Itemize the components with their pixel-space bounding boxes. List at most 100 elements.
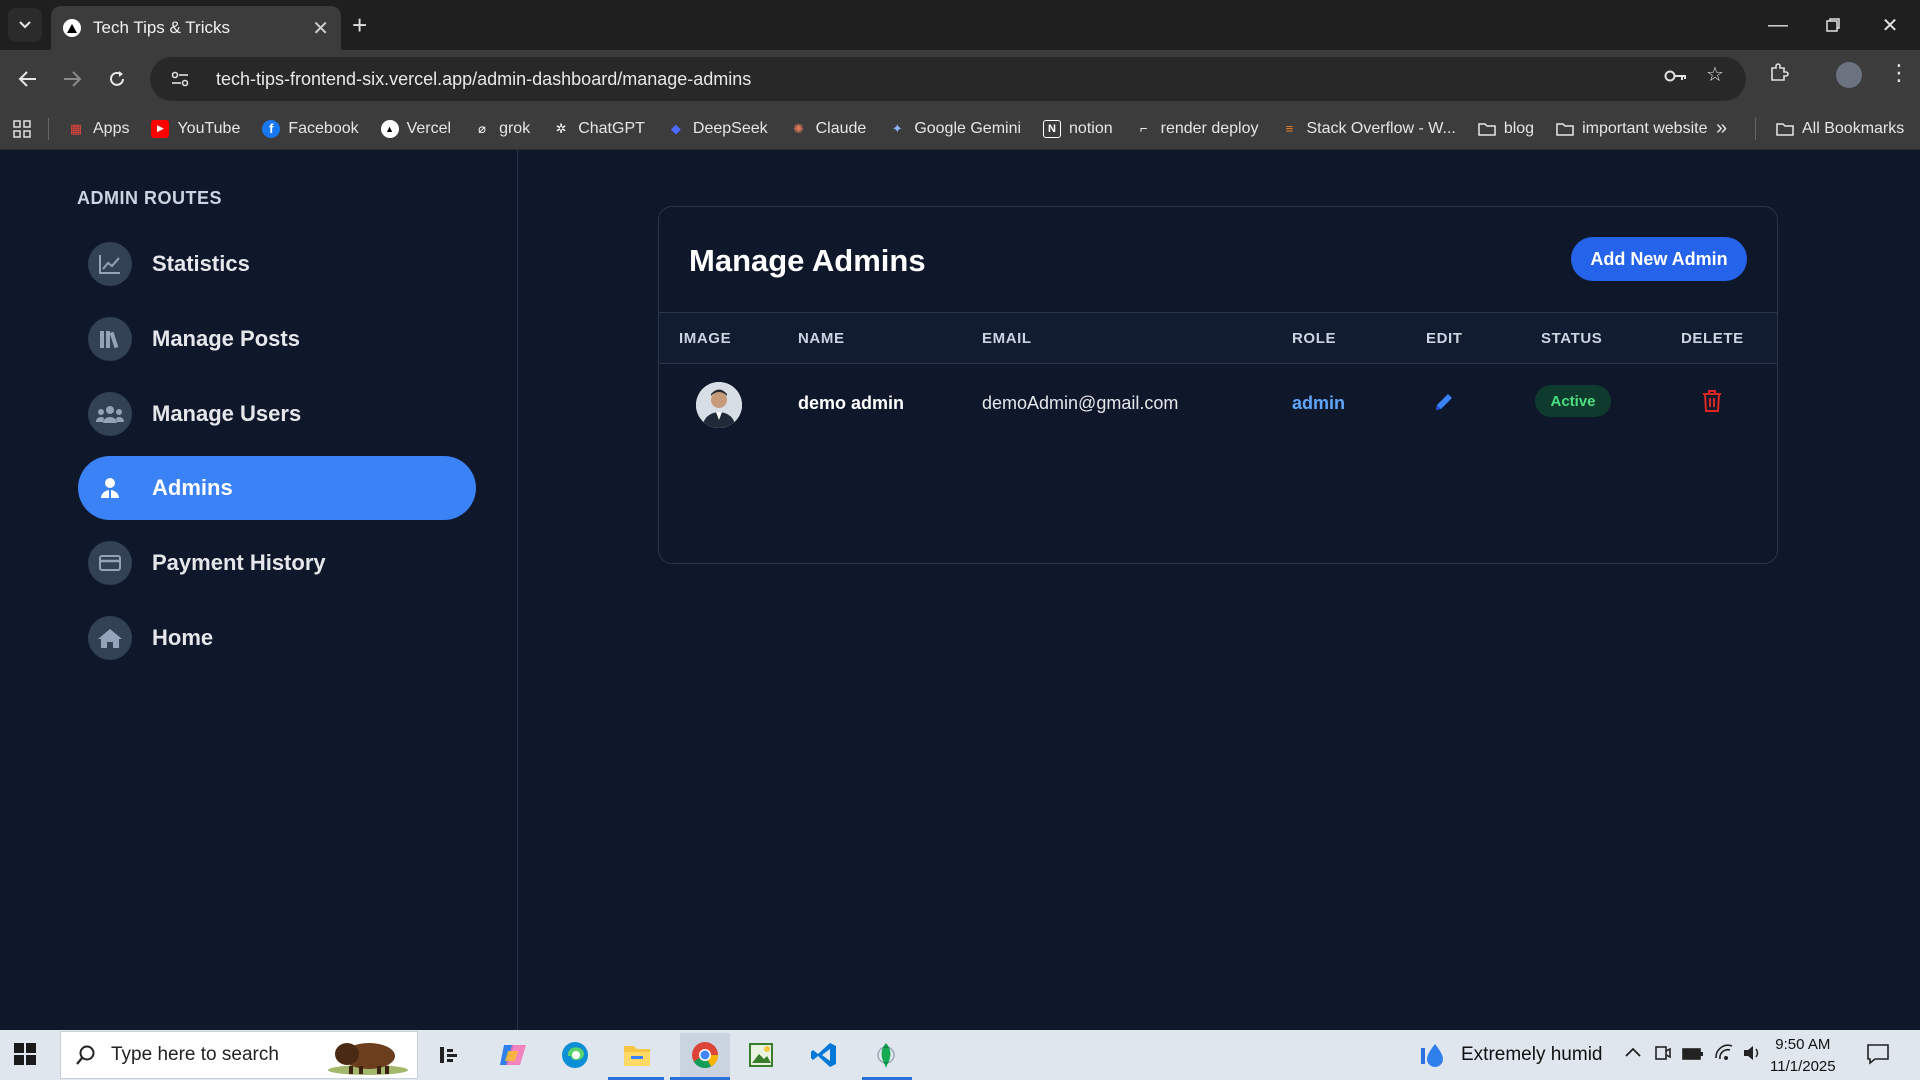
close-tab-icon[interactable]: ✕ [312, 16, 329, 41]
show-hidden-icons-chevron-icon[interactable] [1624, 1042, 1642, 1064]
browser-toolbar: tech-tips-frontend-six.vercel.app/admin-… [0, 50, 1920, 108]
bookmarks-bar: ▦ Apps ▶ YouTube f Facebook ▲ Vercel ⌀ grok ✲… [0, 108, 1920, 150]
admin-dashboard: ADMIN ROUTES Statistics Manage Posts Man… [0, 150, 1920, 1030]
bookmark-apps[interactable]: ▦ Apps [67, 119, 130, 138]
bookmark-label: important website [1582, 119, 1708, 137]
taskbar-search-input[interactable]: Type here to search [60, 1031, 418, 1079]
deepseek-icon: ◆ [670, 120, 681, 136]
extensions-icon[interactable] [1769, 62, 1789, 88]
notifications-icon[interactable] [1866, 1043, 1890, 1071]
bookmarks-separator [1755, 118, 1756, 140]
copilot-icon[interactable] [493, 1038, 533, 1072]
claude-icon: ✺ [793, 120, 805, 136]
bison-highlight-icon [325, 1036, 411, 1080]
profile-avatar[interactable] [1836, 62, 1862, 88]
bookmark-notion[interactable]: Nnotion [1043, 119, 1113, 138]
browser-tab-bar: Tech Tips & Tricks ✕ + — ✕ [0, 0, 1920, 50]
arrow-right-icon [64, 71, 82, 87]
image-editor-icon[interactable] [741, 1038, 781, 1072]
bookmark-vercel[interactable]: ▲ Vercel [380, 119, 451, 138]
close-window-button[interactable]: ✕ [1868, 8, 1912, 42]
active-tab[interactable]: Tech Tips & Tricks ✕ [51, 6, 341, 50]
books-icon [88, 317, 132, 361]
windows-taskbar: Type here to search Extremely humid 9:50… [0, 1030, 1920, 1080]
sidebar-item-payment-history[interactable]: Payment History [78, 531, 476, 595]
reload-button[interactable] [99, 61, 135, 97]
bookmark-label: DeepSeek [692, 119, 768, 137]
all-bookmarks-folder[interactable]: All Bookmarks [1776, 120, 1904, 138]
file-explorer-icon[interactable] [617, 1038, 657, 1072]
bookmark-label: Apps [93, 119, 130, 137]
restore-button[interactable] [1811, 8, 1855, 42]
stackoverflow-icon: ≡ [1285, 121, 1294, 136]
forward-button[interactable] [54, 61, 90, 97]
apps-launcher-icon[interactable] [12, 119, 32, 139]
delete-trash-icon[interactable] [1702, 389, 1722, 418]
more-bookmarks-icon[interactable]: » [1716, 117, 1727, 140]
bookmark-grok[interactable]: ⌀ grok [473, 120, 530, 138]
meet-now-icon[interactable] [1654, 1044, 1672, 1068]
restore-icon [1826, 18, 1840, 32]
edge-browser-icon[interactable] [555, 1038, 595, 1072]
tab-search-button[interactable] [8, 8, 42, 42]
task-view-icon[interactable] [430, 1038, 470, 1072]
windows-start-button[interactable] [14, 1043, 36, 1070]
column-header-delete: DELETE [1681, 330, 1744, 347]
folder-icon [1556, 120, 1574, 138]
battery-icon[interactable] [1682, 1045, 1704, 1067]
facebook-icon: f [262, 119, 281, 138]
folder-icon [1478, 120, 1496, 138]
password-key-icon[interactable] [1664, 66, 1688, 89]
add-new-admin-button[interactable]: Add New Admin [1571, 237, 1747, 281]
system-clock[interactable]: 9:50 AM 11/1/2025 [1770, 1034, 1836, 1078]
sidebar-item-home[interactable]: Home [78, 606, 476, 670]
new-tab-button[interactable]: + [352, 10, 367, 40]
sidebar-item-manage-users[interactable]: Manage Users [78, 382, 476, 446]
more-menu-icon[interactable]: ⋮ [1888, 60, 1910, 86]
mongodb-compass-icon[interactable] [866, 1038, 906, 1072]
wifi-icon[interactable] [1714, 1044, 1734, 1068]
sidebar-item-manage-posts[interactable]: Manage Posts [78, 307, 476, 371]
chrome-browser-icon[interactable] [680, 1033, 730, 1077]
table-row: demo admin demoAdmin@gmail.com admin Act… [659, 364, 1777, 444]
bookmark-label: ChatGPT [578, 119, 645, 137]
bookmark-gemini[interactable]: ✦ Google Gemini [888, 120, 1021, 138]
volume-icon[interactable] [1742, 1044, 1762, 1068]
sidebar-heading: ADMIN ROUTES [77, 188, 222, 208]
sidebar-item-label: Statistics [152, 251, 250, 276]
render-icon: ⌐ [1139, 121, 1148, 136]
sidebar-item-admins[interactable]: Admins [78, 456, 476, 520]
back-button[interactable] [10, 61, 46, 97]
gemini-icon: ✦ [891, 120, 903, 136]
edit-pencil-icon[interactable] [1433, 391, 1455, 418]
sidebar-item-label: Admins [152, 475, 233, 500]
site-info-icon[interactable] [170, 70, 196, 88]
search-placeholder: Type here to search [111, 1044, 279, 1065]
column-header-edit: EDIT [1426, 330, 1463, 347]
bookmark-stackoverflow[interactable]: ≡ Stack Overflow - W... [1280, 120, 1456, 138]
bookmark-claude[interactable]: ✺ Claude [790, 120, 866, 138]
bookmarks-separator [48, 117, 49, 140]
reload-icon [110, 71, 124, 86]
minimize-button[interactable]: — [1756, 8, 1800, 42]
bookmark-deepseek[interactable]: ◆ DeepSeek [667, 120, 768, 138]
sidebar-item-statistics[interactable]: Statistics [78, 232, 476, 296]
bookmark-render[interactable]: ⌐ render deploy [1135, 120, 1259, 138]
vercel-icon: ▲ [380, 119, 399, 138]
page-title: Manage Admins [689, 243, 926, 278]
bookmark-folder-important[interactable]: important website [1556, 120, 1707, 138]
bookmark-chatgpt[interactable]: ✲ ChatGPT [552, 120, 645, 138]
weather-text[interactable]: Extremely humid [1461, 1044, 1603, 1066]
bookmark-label: blog [1503, 119, 1535, 137]
bookmark-facebook[interactable]: f Facebook [262, 119, 359, 138]
admin-role: admin [1292, 393, 1346, 413]
bookmark-folder-blog[interactable]: blog [1478, 120, 1534, 138]
bookmark-star-icon[interactable]: ☆ [1706, 62, 1724, 87]
table-header: IMAGE NAME EMAIL ROLE EDIT STATUS DELETE [659, 312, 1777, 364]
vscode-icon[interactable] [804, 1038, 844, 1072]
bookmark-label: Google Gemini [914, 119, 1022, 137]
bookmark-label: notion [1069, 119, 1113, 137]
vercel-favicon-icon [63, 19, 81, 37]
bookmark-youtube[interactable]: ▶ YouTube [151, 119, 240, 138]
address-bar[interactable]: tech-tips-frontend-six.vercel.app/admin-… [150, 57, 1746, 101]
